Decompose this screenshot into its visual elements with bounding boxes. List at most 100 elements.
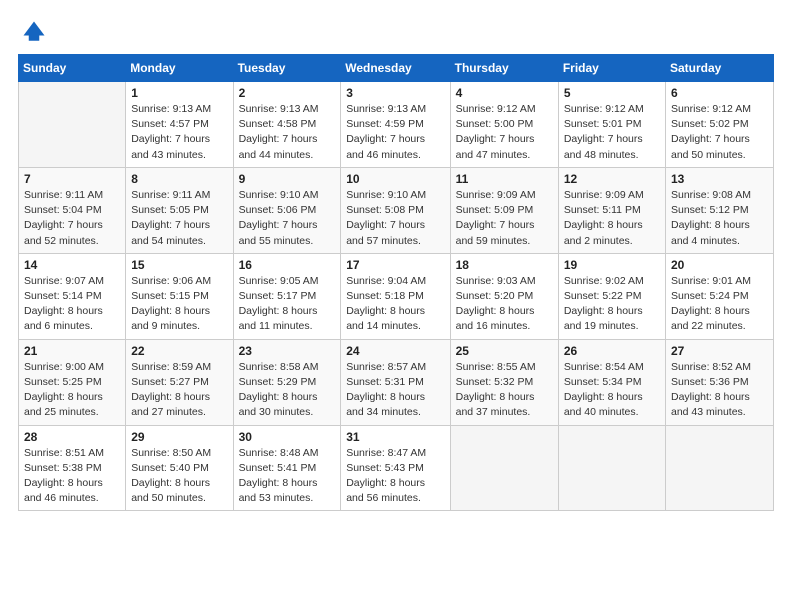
calendar-cell: 12 Sunrise: 9:09 AMSunset: 5:11 PMDayligh…	[558, 167, 665, 253]
day-info: Sunrise: 9:05 AMSunset: 5:17 PMDaylight:…	[239, 274, 336, 335]
day-number: 27	[671, 344, 768, 358]
calendar-cell: 10Sunrise: 9:10 AMSunset: 5:08 PMDayligh…	[341, 167, 450, 253]
day-number: 7	[24, 172, 120, 186]
day-number: 21	[24, 344, 120, 358]
page: SundayMondayTuesdayWednesdayThursdayFrid…	[0, 0, 792, 612]
day-number: 31	[346, 430, 444, 444]
day-info: Sunrise: 9:13 AMSunset: 4:58 PMDaylight:…	[239, 102, 336, 163]
day-number: 12	[564, 172, 660, 186]
day-info: Sunrise: 8:50 AMSunset: 5:40 PMDaylight:…	[131, 446, 227, 507]
calendar-cell: 22 Sunrise: 8:59 AMSunset: 5:27 PMDayligh…	[126, 339, 233, 425]
calendar-cell: 25 Sunrise: 8:55 AMSunset: 5:32 PMDayligh…	[450, 339, 558, 425]
day-number: 5	[564, 86, 660, 100]
calendar-week-row: 7 Sunrise: 9:11 AMSunset: 5:04 PMDaylight…	[19, 167, 774, 253]
calendar-cell: 24 Sunrise: 8:57 AMSunset: 5:31 PMDayligh…	[341, 339, 450, 425]
day-number: 23	[239, 344, 336, 358]
day-info: Sunrise: 9:06 AMSunset: 5:15 PMDaylight:…	[131, 274, 227, 335]
day-number: 9	[239, 172, 336, 186]
day-number: 30	[239, 430, 336, 444]
day-info: Sunrise: 9:12 AMSunset: 5:02 PMDaylight:…	[671, 102, 768, 163]
calendar-cell: 28 Sunrise: 8:51 AMSunset: 5:38 PMDayligh…	[19, 425, 126, 511]
calendar-cell: 13 Sunrise: 9:08 AMSunset: 5:12 PMDayligh…	[666, 167, 774, 253]
calendar-week-row: 28 Sunrise: 8:51 AMSunset: 5:38 PMDayligh…	[19, 425, 774, 511]
day-number: 13	[671, 172, 768, 186]
calendar-cell: 19Sunrise: 9:02 AMSunset: 5:22 PMDayligh…	[558, 253, 665, 339]
day-info: Sunrise: 9:11 AMSunset: 5:05 PMDaylight:…	[131, 188, 227, 249]
day-number: 20	[671, 258, 768, 272]
day-number: 16	[239, 258, 336, 272]
day-info: Sunrise: 8:47 AMSunset: 5:43 PMDaylight:…	[346, 446, 444, 507]
calendar-cell: 26 Sunrise: 8:54 AMSunset: 5:34 PMDayligh…	[558, 339, 665, 425]
calendar-cell: 18Sunrise: 9:03 AMSunset: 5:20 PMDayligh…	[450, 253, 558, 339]
day-info: Sunrise: 8:48 AMSunset: 5:41 PMDaylight:…	[239, 446, 336, 507]
day-info: Sunrise: 9:12 AMSunset: 5:00 PMDaylight:…	[456, 102, 553, 163]
calendar-cell: 27 Sunrise: 8:52 AMSunset: 5:36 PMDayligh…	[666, 339, 774, 425]
day-number: 1	[131, 86, 227, 100]
logo-icon	[20, 18, 48, 46]
calendar-cell	[666, 425, 774, 511]
day-info: Sunrise: 8:55 AMSunset: 5:32 PMDaylight:…	[456, 360, 553, 421]
day-info: Sunrise: 8:57 AMSunset: 5:31 PMDaylight:…	[346, 360, 444, 421]
day-info: Sunrise: 9:07 AMSunset: 5:14 PMDaylight:…	[24, 274, 120, 335]
day-info: Sunrise: 9:13 AMSunset: 4:59 PMDaylight:…	[346, 102, 444, 163]
calendar-week-row: 14 Sunrise: 9:07 AMSunset: 5:14 PMDayligh…	[19, 253, 774, 339]
day-number: 15	[131, 258, 227, 272]
day-number: 11	[456, 172, 553, 186]
calendar: SundayMondayTuesdayWednesdayThursdayFrid…	[18, 54, 774, 511]
day-info: Sunrise: 9:08 AMSunset: 5:12 PMDaylight:…	[671, 188, 768, 249]
calendar-cell	[558, 425, 665, 511]
weekday-header: Tuesday	[233, 55, 341, 82]
calendar-cell: 11 Sunrise: 9:09 AMSunset: 5:09 PMDayligh…	[450, 167, 558, 253]
calendar-cell: 17Sunrise: 9:04 AMSunset: 5:18 PMDayligh…	[341, 253, 450, 339]
day-number: 10	[346, 172, 444, 186]
day-number: 22	[131, 344, 227, 358]
calendar-cell: 2 Sunrise: 9:13 AMSunset: 4:58 PMDaylight…	[233, 82, 341, 168]
day-number: 25	[456, 344, 553, 358]
weekday-header: Friday	[558, 55, 665, 82]
day-info: Sunrise: 9:09 AMSunset: 5:09 PMDaylight:…	[456, 188, 553, 249]
calendar-cell: 6Sunrise: 9:12 AMSunset: 5:02 PMDaylight…	[666, 82, 774, 168]
day-info: Sunrise: 8:58 AMSunset: 5:29 PMDaylight:…	[239, 360, 336, 421]
calendar-week-row: 1Sunrise: 9:13 AMSunset: 4:57 PMDaylight…	[19, 82, 774, 168]
calendar-cell: 23 Sunrise: 8:58 AMSunset: 5:29 PMDayligh…	[233, 339, 341, 425]
calendar-cell: 30 Sunrise: 8:48 AMSunset: 5:41 PMDayligh…	[233, 425, 341, 511]
day-info: Sunrise: 9:03 AMSunset: 5:20 PMDaylight:…	[456, 274, 553, 335]
weekday-header: Sunday	[19, 55, 126, 82]
day-info: Sunrise: 9:12 AMSunset: 5:01 PMDaylight:…	[564, 102, 660, 163]
day-info: Sunrise: 8:59 AMSunset: 5:27 PMDaylight:…	[131, 360, 227, 421]
day-number: 28	[24, 430, 120, 444]
day-info: Sunrise: 9:11 AMSunset: 5:04 PMDaylight:…	[24, 188, 120, 249]
day-number: 4	[456, 86, 553, 100]
day-number: 29	[131, 430, 227, 444]
calendar-cell: 3 Sunrise: 9:13 AMSunset: 4:59 PMDaylight…	[341, 82, 450, 168]
weekday-header: Wednesday	[341, 55, 450, 82]
calendar-cell: 14 Sunrise: 9:07 AMSunset: 5:14 PMDayligh…	[19, 253, 126, 339]
day-info: Sunrise: 8:54 AMSunset: 5:34 PMDaylight:…	[564, 360, 660, 421]
calendar-cell: 8Sunrise: 9:11 AMSunset: 5:05 PMDaylight…	[126, 167, 233, 253]
day-info: Sunrise: 8:52 AMSunset: 5:36 PMDaylight:…	[671, 360, 768, 421]
day-info: Sunrise: 9:04 AMSunset: 5:18 PMDaylight:…	[346, 274, 444, 335]
weekday-header: Saturday	[666, 55, 774, 82]
day-number: 14	[24, 258, 120, 272]
day-number: 26	[564, 344, 660, 358]
day-number: 2	[239, 86, 336, 100]
calendar-cell: 20 Sunrise: 9:01 AMSunset: 5:24 PMDayligh…	[666, 253, 774, 339]
weekday-header: Thursday	[450, 55, 558, 82]
calendar-cell: 9 Sunrise: 9:10 AMSunset: 5:06 PMDaylight…	[233, 167, 341, 253]
calendar-cell	[450, 425, 558, 511]
day-info: Sunrise: 9:10 AMSunset: 5:06 PMDaylight:…	[239, 188, 336, 249]
day-info: Sunrise: 9:00 AMSunset: 5:25 PMDaylight:…	[24, 360, 120, 421]
calendar-cell: 5 Sunrise: 9:12 AMSunset: 5:01 PMDaylight…	[558, 82, 665, 168]
day-number: 19	[564, 258, 660, 272]
day-number: 24	[346, 344, 444, 358]
calendar-cell: 1Sunrise: 9:13 AMSunset: 4:57 PMDaylight…	[126, 82, 233, 168]
calendar-cell: 15 Sunrise: 9:06 AMSunset: 5:15 PMDayligh…	[126, 253, 233, 339]
calendar-cell: 29 Sunrise: 8:50 AMSunset: 5:40 PMDayligh…	[126, 425, 233, 511]
calendar-cell: 16 Sunrise: 9:05 AMSunset: 5:17 PMDayligh…	[233, 253, 341, 339]
day-info: Sunrise: 9:01 AMSunset: 5:24 PMDaylight:…	[671, 274, 768, 335]
header	[18, 18, 774, 46]
day-info: Sunrise: 8:51 AMSunset: 5:38 PMDaylight:…	[24, 446, 120, 507]
weekday-header-row: SundayMondayTuesdayWednesdayThursdayFrid…	[19, 55, 774, 82]
day-info: Sunrise: 9:09 AMSunset: 5:11 PMDaylight:…	[564, 188, 660, 249]
day-number: 3	[346, 86, 444, 100]
